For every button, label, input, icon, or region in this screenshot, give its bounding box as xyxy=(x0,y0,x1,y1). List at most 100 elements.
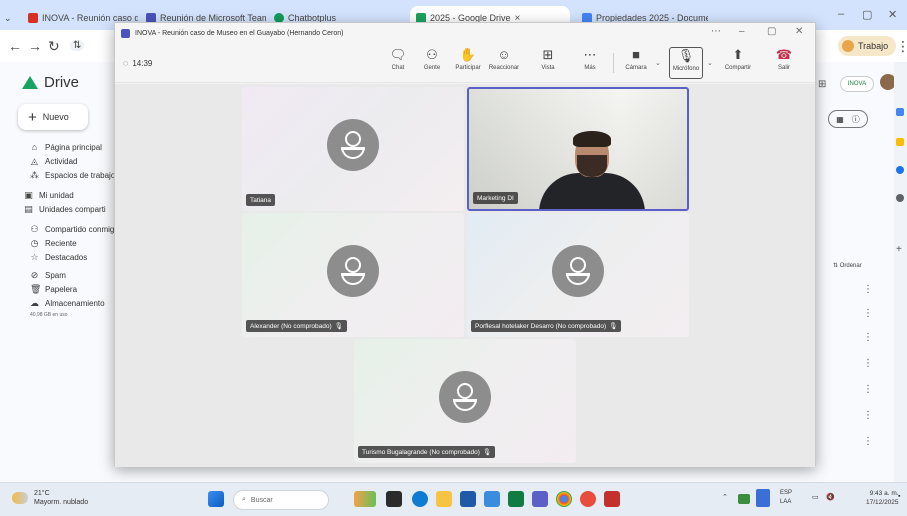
sidebar-item-label: Destacados xyxy=(45,253,88,262)
sidebar-item-shared-with-me[interactable]: ⚇ Compartido conmig xyxy=(30,224,114,235)
windows-start-icon[interactable] xyxy=(208,491,224,507)
task-view-icon[interactable] xyxy=(386,491,402,507)
language-indicator[interactable]: ESP LAA xyxy=(780,489,792,507)
chrome-icon[interactable] xyxy=(556,491,572,507)
tray-chevron-up-icon[interactable]: ⌃ xyxy=(722,493,728,501)
volume-icon[interactable]: 🔇 xyxy=(826,493,835,501)
leave-icon: ☎ xyxy=(775,47,793,62)
chat-button[interactable]: 🗨 Chat xyxy=(381,47,415,71)
sort-icon: ⇅ xyxy=(833,263,840,269)
row-more-icon[interactable]: ⋮ xyxy=(863,332,873,343)
people-button[interactable]: ⚇ Gente xyxy=(415,47,449,71)
close-window-icon[interactable]: ✕ xyxy=(888,8,897,21)
sidebar-item-label: Reciente xyxy=(45,239,77,248)
control-label: Participar xyxy=(455,65,481,71)
browser-menu-icon[interactable]: ⋮ xyxy=(896,38,907,55)
sidebar-item-activity[interactable]: ◬ Actividad xyxy=(30,156,77,167)
close-window-icon[interactable]: ✕ xyxy=(795,26,803,37)
store-icon[interactable] xyxy=(460,491,476,507)
weather-widget[interactable]: 21°C Mayorm. nublado xyxy=(12,489,88,507)
excel-icon[interactable] xyxy=(508,491,524,507)
add-addon-icon[interactable]: + xyxy=(896,245,904,255)
share-button[interactable]: ⬆ Compartir xyxy=(721,47,755,71)
weather-desc: Mayorm. nublado xyxy=(34,499,89,506)
microphone-button[interactable]: 🎙 Micrófono xyxy=(669,47,703,79)
more-options-icon[interactable]: ⋯ xyxy=(711,26,721,37)
raise-hand-button[interactable]: ✋ Participar xyxy=(451,47,485,71)
participant-video-tile[interactable]: Marketing DI xyxy=(467,87,689,211)
drive-logo[interactable]: Drive xyxy=(22,74,79,91)
sidebar-item-home[interactable]: ⌂ Página principal xyxy=(30,142,102,152)
org-logo-icon[interactable]: INOVA xyxy=(840,76,874,92)
mic-options-chevron-down-icon[interactable]: ⌄ xyxy=(707,59,713,67)
sort-label: Ordenar xyxy=(839,263,862,269)
forward-icon[interactable]: → xyxy=(28,38,42,54)
sidebar-item-storage[interactable]: ☁ Almacenamiento xyxy=(30,298,105,309)
my-drive-icon: ▣ xyxy=(24,190,33,200)
sidebar-item-shared-drives[interactable]: ▤ Unidades comparti xyxy=(24,204,105,215)
tray-mic-active-icon[interactable] xyxy=(756,489,770,507)
reload-icon[interactable]: ↻ xyxy=(48,38,60,55)
sidebar-item-spam[interactable]: ⊘ Spam xyxy=(30,270,66,281)
sort-control[interactable]: ⇅ Ordenar xyxy=(833,262,862,269)
participant-tile[interactable]: Turismo Bugalagrande (No comprobado) 🎙 xyxy=(354,339,576,463)
tasks-icon[interactable] xyxy=(896,166,904,174)
keep-icon[interactable] xyxy=(896,138,904,146)
view-button[interactable]: ⊞ Vista xyxy=(531,47,565,71)
row-more-icon[interactable]: ⋮ xyxy=(863,284,873,295)
new-button[interactable]: + Nuevo xyxy=(18,104,88,130)
minimize-icon[interactable]: – xyxy=(838,8,844,20)
site-info-icon[interactable]: ⇅ xyxy=(70,40,85,51)
more-button[interactable]: ⋯ Más xyxy=(573,47,607,71)
contacts-icon[interactable] xyxy=(896,194,904,202)
sidebar-item-starred[interactable]: ☆ Destacados xyxy=(30,252,87,263)
camera-options-chevron-down-icon[interactable]: ⌄ xyxy=(655,59,661,67)
row-more-icon[interactable]: ⋮ xyxy=(863,410,873,421)
profile-chip[interactable]: Trabajo xyxy=(838,36,897,56)
photos-icon[interactable] xyxy=(484,491,500,507)
row-more-icon[interactable]: ⋮ xyxy=(863,436,873,447)
info-icon[interactable]: ⓘ xyxy=(852,114,860,125)
sidebar-item-label: Espacios de trabajo xyxy=(45,171,116,180)
row-more-icon[interactable]: ⋮ xyxy=(863,384,873,395)
app-icon[interactable] xyxy=(580,491,596,507)
participant-name: Alexander (No comprobado) xyxy=(250,322,332,330)
participant-name-tag: Porflesal hotelaker Desarro (No comproba… xyxy=(471,320,622,332)
maximize-icon[interactable]: ▢ xyxy=(767,26,776,37)
tab-search-button[interactable]: ⌄ xyxy=(4,6,20,30)
react-button[interactable]: ☺ Reaccionar xyxy=(487,47,521,71)
view-toggle[interactable]: ▦ ⓘ xyxy=(828,110,868,128)
teams-icon[interactable] xyxy=(532,491,548,507)
tray-app-icon[interactable] xyxy=(738,494,750,504)
grid-view-icon[interactable]: ▦ xyxy=(836,115,844,124)
leave-button[interactable]: ☎ Salir xyxy=(767,47,801,71)
back-icon[interactable]: ← xyxy=(8,38,22,54)
mic-muted-icon: 🎙 xyxy=(482,449,492,456)
shared-drives-icon: ▤ xyxy=(24,204,33,214)
file-explorer-icon[interactable] xyxy=(436,491,452,507)
apps-grid-icon[interactable]: ⊞ xyxy=(818,79,826,90)
sidebar-item-my-drive[interactable]: ▣ Mi unidad xyxy=(24,190,73,201)
network-icon[interactable]: ▭ xyxy=(812,493,819,501)
notifications-icon[interactable]: ▪ xyxy=(898,493,900,500)
participant-avatar-icon xyxy=(552,245,604,297)
participant-tile[interactable]: Porflesal hotelaker Desarro (No comproba… xyxy=(467,213,689,337)
pdf-reader-icon[interactable] xyxy=(604,491,620,507)
widgets-icon[interactable] xyxy=(354,491,376,507)
camera-button[interactable]: ■ Cámara xyxy=(619,47,653,71)
calendar-icon[interactable] xyxy=(896,108,904,116)
sidebar-item-trash[interactable]: 🗑 Papelera xyxy=(30,284,77,295)
taskbar-search[interactable]: ⌕ Buscar xyxy=(233,490,329,510)
raise-hand-icon: ✋ xyxy=(459,47,477,62)
participant-tile[interactable]: Alexander (No comprobado) 🎙 xyxy=(242,213,464,337)
row-more-icon[interactable]: ⋮ xyxy=(863,358,873,369)
row-more-icon[interactable]: ⋮ xyxy=(863,308,873,319)
minimize-icon[interactable]: – xyxy=(739,26,745,37)
taskbar-clock[interactable]: 9:43 a. m. 17/12/2025 xyxy=(866,489,899,507)
sidebar-item-workspaces[interactable]: ⁂ Espacios de trabajo xyxy=(30,170,115,181)
participant-tile[interactable]: Tatiana xyxy=(242,87,464,211)
participant-name: Tatiana xyxy=(250,196,271,204)
edge-icon[interactable] xyxy=(412,491,428,507)
maximize-icon[interactable]: ▢ xyxy=(862,8,872,21)
sidebar-item-recent[interactable]: ◷ Reciente xyxy=(30,238,77,249)
